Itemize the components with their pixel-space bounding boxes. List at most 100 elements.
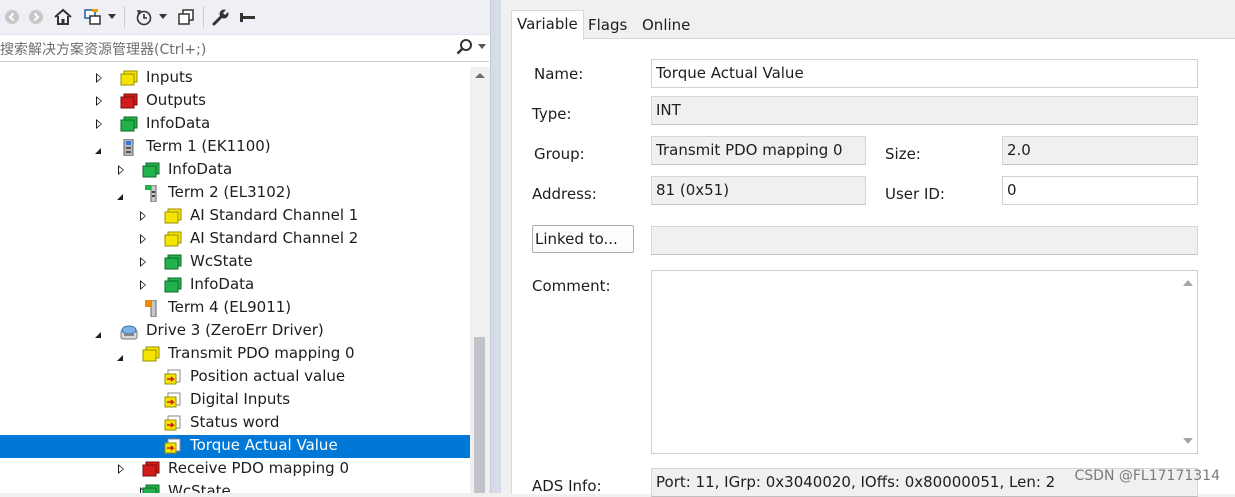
expand-arrow-icon[interactable] bbox=[140, 211, 146, 221]
linked-to-button[interactable]: Linked to... bbox=[532, 225, 634, 253]
expand-arrow-icon[interactable] bbox=[118, 165, 124, 175]
search-input[interactable]: 搜索解决方案资源管理器(Ctrl+;) bbox=[0, 39, 206, 59]
tree-item-label: AI Standard Channel 1 bbox=[190, 206, 359, 224]
tree-item[interactable]: Term 2 (EL3102) bbox=[0, 182, 470, 205]
tree-item[interactable]: WcState bbox=[0, 251, 470, 274]
pane-splitter[interactable] bbox=[490, 0, 501, 493]
tree-item-label: Drive 3 (ZeroErr Driver) bbox=[146, 321, 324, 339]
search-icon[interactable] bbox=[455, 37, 475, 57]
watermark: CSDN @FL17171314 bbox=[1074, 468, 1220, 484]
scrollbar-thumb[interactable] bbox=[474, 337, 485, 493]
tree-item-label: InfoData bbox=[190, 275, 255, 293]
project-tree: Inputs Outputs InfoData Term 1 (EK1100) Info… bbox=[0, 67, 470, 493]
history-icon[interactable] bbox=[133, 6, 155, 28]
userid-label: User ID: bbox=[885, 185, 945, 203]
tree-item[interactable]: InfoData bbox=[0, 159, 470, 182]
tree-item[interactable]: Transmit PDO mapping 0 bbox=[0, 343, 470, 366]
ads-info-label: ADS Info: bbox=[532, 477, 602, 495]
tree-item-label: WcState bbox=[190, 252, 253, 270]
size-label: Size: bbox=[885, 145, 921, 163]
expand-arrow-icon[interactable] bbox=[140, 257, 146, 267]
expand-arrow-icon[interactable] bbox=[118, 464, 124, 474]
analog-terminal-icon bbox=[142, 184, 160, 203]
toolbar-separator bbox=[124, 6, 125, 28]
expand-arrow-icon[interactable] bbox=[96, 73, 102, 83]
collapse-arrow-icon[interactable] bbox=[117, 355, 123, 361]
tree-item[interactable]: Outputs bbox=[0, 90, 470, 113]
comment-textarea[interactable] bbox=[651, 270, 1198, 454]
address-label: Address: bbox=[532, 185, 597, 203]
expand-arrow-icon[interactable] bbox=[140, 280, 146, 290]
tab-flags[interactable]: Flags bbox=[583, 12, 633, 38]
home-icon[interactable] bbox=[52, 6, 74, 28]
tree-item-label: Inputs bbox=[146, 68, 193, 86]
tree-item-label: WcState bbox=[168, 482, 231, 493]
tree-item[interactable]: Drive 3 (ZeroErr Driver) bbox=[0, 320, 470, 343]
expand-arrow-icon[interactable] bbox=[96, 96, 102, 106]
tree-item[interactable]: AI Standard Channel 2 bbox=[0, 228, 470, 251]
explorer-toolbar bbox=[0, 0, 490, 35]
tree-item-label: Outputs bbox=[146, 91, 206, 109]
input-folder-icon bbox=[142, 346, 160, 363]
comment-scrollbar[interactable] bbox=[1179, 271, 1197, 453]
back-arrow-icon[interactable] bbox=[2, 6, 22, 28]
variable-panel: Name: Torque Actual Value Type: INT Grou… bbox=[511, 38, 1235, 497]
linked-to-field bbox=[651, 226, 1198, 255]
history-dropdown-icon[interactable] bbox=[157, 6, 169, 28]
collapse-arrow-icon[interactable] bbox=[95, 148, 101, 154]
wrench-icon[interactable] bbox=[210, 6, 232, 28]
tree-item[interactable]: Torque Actual Value bbox=[0, 435, 470, 458]
infodata-folder-icon bbox=[142, 484, 160, 493]
tree-item-label: Term 4 (EL9011) bbox=[168, 298, 292, 316]
tree-item[interactable]: AI Standard Channel 1 bbox=[0, 205, 470, 228]
tree-item[interactable]: WcState bbox=[0, 481, 470, 493]
search-dropdown-icon[interactable] bbox=[478, 44, 486, 49]
tree-item[interactable]: Position actual value bbox=[0, 366, 470, 389]
ek1100-coupler-icon bbox=[120, 138, 138, 157]
properties-pane: Variable Flags Online Name: Torque Actua… bbox=[501, 0, 1235, 497]
sync-dropdown-icon[interactable] bbox=[106, 6, 118, 28]
tree-scrollbar[interactable] bbox=[470, 67, 490, 493]
tree-item-label: Term 1 (EK1100) bbox=[146, 137, 271, 155]
tab-variable[interactable]: Variable bbox=[511, 10, 584, 40]
copy-window-icon[interactable] bbox=[175, 6, 197, 28]
output-folder-icon bbox=[120, 93, 138, 110]
tree-item[interactable]: Status word bbox=[0, 412, 470, 435]
expand-arrow-icon[interactable] bbox=[140, 234, 146, 244]
tab-online[interactable]: Online bbox=[637, 12, 696, 38]
toolbar-separator bbox=[203, 6, 204, 28]
tree-item-label: Status word bbox=[190, 413, 280, 431]
tree-item-label: Receive PDO mapping 0 bbox=[168, 459, 350, 477]
end-terminal-icon bbox=[142, 299, 160, 318]
scroll-up-icon[interactable] bbox=[475, 73, 485, 78]
tree-item-label: InfoData bbox=[146, 114, 211, 132]
sync-icon[interactable] bbox=[82, 6, 104, 28]
tree-item[interactable]: Inputs bbox=[0, 67, 470, 90]
infodata-folder-icon bbox=[142, 162, 160, 179]
input-folder-icon bbox=[164, 208, 182, 225]
collapse-arrow-icon[interactable] bbox=[95, 332, 101, 338]
tree-item-label: AI Standard Channel 2 bbox=[190, 229, 359, 247]
tree-item[interactable]: Digital Inputs bbox=[0, 389, 470, 412]
scroll-up-icon[interactable] bbox=[1183, 280, 1193, 286]
forward-arrow-icon[interactable] bbox=[26, 6, 46, 28]
tree-item[interactable]: Term 1 (EK1100) bbox=[0, 136, 470, 159]
variable-icon bbox=[164, 392, 182, 409]
address-field: 81 (0x51) bbox=[651, 176, 866, 205]
drive-icon bbox=[120, 323, 138, 340]
minus-icon[interactable] bbox=[236, 6, 258, 28]
input-folder-icon bbox=[120, 70, 138, 87]
explorer-search-box[interactable]: 搜索解决方案资源管理器(Ctrl+;) bbox=[0, 35, 489, 62]
name-label: Name: bbox=[534, 65, 584, 83]
userid-field[interactable]: 0 bbox=[1002, 176, 1198, 205]
tree-item[interactable]: Receive PDO mapping 0 bbox=[0, 458, 470, 481]
scroll-down-icon[interactable] bbox=[1183, 438, 1193, 444]
collapse-arrow-icon[interactable] bbox=[117, 194, 123, 200]
tree-item[interactable]: InfoData bbox=[0, 113, 470, 136]
group-field: Transmit PDO mapping 0 bbox=[651, 136, 866, 165]
expand-arrow-icon[interactable] bbox=[96, 119, 102, 129]
tree-item[interactable]: InfoData bbox=[0, 274, 470, 297]
name-field[interactable]: Torque Actual Value bbox=[651, 59, 1198, 88]
tree-item-label: Position actual value bbox=[190, 367, 346, 385]
tree-item[interactable]: Term 4 (EL9011) bbox=[0, 297, 470, 320]
